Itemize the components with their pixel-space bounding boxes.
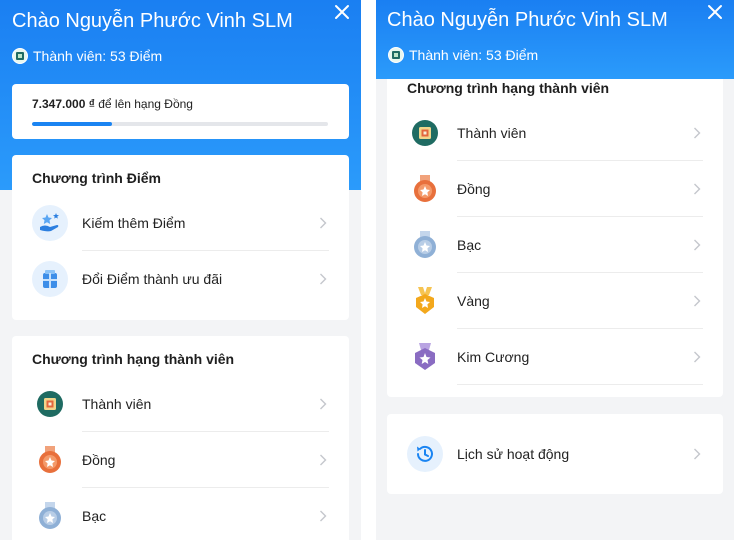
- member-badge-icon: [12, 48, 28, 64]
- menu-item-label: Đồng: [82, 452, 116, 468]
- tier-progress-fill: [32, 122, 112, 126]
- chevron-right-icon: [320, 217, 327, 229]
- menu-item-tier-member[interactable]: Thành viên: [407, 105, 703, 161]
- section-title: Chương trình Điểm: [32, 170, 161, 186]
- chevron-right-icon: [694, 239, 701, 251]
- menu-item-label: Kim Cương: [457, 349, 530, 365]
- member-points-text: Thành viên: 53 Điểm: [409, 47, 539, 63]
- tier-progress-card: 7.347.000 ₫ để lên hạng Đồng: [12, 84, 349, 139]
- chevron-right-icon: [694, 127, 701, 139]
- section-title: Chương trình hạng thành viên: [32, 351, 235, 367]
- menu-item-redeem-points[interactable]: Đổi Điểm thành ưu đãi: [32, 251, 329, 307]
- chevron-right-icon: [694, 295, 701, 307]
- tier-program-card: Chương trình hạng thành viên Thành viên: [387, 79, 723, 397]
- greeting-title: Chào Nguyễn Phước Vinh SLM: [12, 10, 293, 32]
- menu-item-tier-member[interactable]: Thành viên: [32, 376, 329, 432]
- rewards-panel-left: Chào Nguyễn Phước Vinh SLM Thành viên: 5…: [0, 0, 361, 540]
- menu-item-activity-history[interactable]: Lịch sử hoạt động: [407, 426, 703, 482]
- menu-item-label: Kiếm thêm Điểm: [82, 215, 186, 231]
- menu-item-label: Vàng: [457, 293, 490, 309]
- menu-item-label: Bạc: [82, 508, 107, 524]
- chevron-right-icon: [694, 448, 701, 460]
- silver-medal-icon: [407, 227, 443, 263]
- menu-item-label: Đồng: [457, 181, 491, 197]
- chevron-right-icon: [694, 183, 701, 195]
- diamond-medal-icon: [407, 339, 443, 375]
- menu-item-label: Thành viên: [82, 396, 152, 412]
- member-tier-icon: [32, 386, 68, 422]
- points-program-card: Chương trình Điểm Kiếm thêm Điểm Đổi Điể…: [12, 155, 349, 320]
- menu-item-label: Đổi Điểm thành ưu đãi: [82, 271, 223, 287]
- tier-program-card: Chương trình hạng thành viên Thành viên: [12, 336, 349, 540]
- bronze-medal-icon: [407, 171, 443, 207]
- menu-item-tier-silver[interactable]: Bạc: [32, 488, 329, 540]
- close-icon[interactable]: [334, 4, 350, 20]
- bronze-medal-icon: [32, 442, 68, 478]
- menu-item-tier-bronze[interactable]: Đồng: [407, 161, 703, 217]
- menu-item-label: Thành viên: [457, 125, 527, 141]
- greeting-title: Chào Nguyễn Phước Vinh SLM: [387, 9, 668, 31]
- member-tier-icon: [407, 115, 443, 151]
- chevron-right-icon: [320, 510, 327, 522]
- history-icon: [407, 436, 443, 472]
- menu-item-tier-diamond[interactable]: Kim Cương: [407, 329, 703, 385]
- member-badge-icon: [388, 47, 404, 63]
- gold-medal-icon: [407, 283, 443, 319]
- close-icon[interactable]: [707, 4, 723, 20]
- tier-progress-text: 7.347.000 ₫ để lên hạng Đồng: [32, 97, 193, 111]
- tier-progress-bar: [32, 122, 328, 126]
- redeem-points-icon: [32, 261, 68, 297]
- section-title: Chương trình hạng thành viên: [407, 80, 610, 96]
- menu-item-earn-points[interactable]: Kiếm thêm Điểm: [32, 195, 329, 251]
- rewards-panel-right: Chào Nguyễn Phước Vinh SLM Thành viên: 5…: [376, 0, 734, 540]
- earn-points-icon: [32, 205, 68, 241]
- member-status: Thành viên: 53 Điểm: [388, 47, 538, 63]
- member-points-text: Thành viên: 53 Điểm: [33, 48, 163, 64]
- chevron-right-icon: [320, 398, 327, 410]
- member-status: Thành viên: 53 Điểm: [12, 48, 162, 64]
- menu-item-label: Bạc: [457, 237, 482, 253]
- chevron-right-icon: [694, 351, 701, 363]
- activity-history-card: Lịch sử hoạt động: [387, 414, 723, 494]
- menu-item-tier-gold[interactable]: Vàng: [407, 273, 703, 329]
- menu-item-label: Lịch sử hoạt động: [457, 446, 570, 462]
- silver-medal-icon: [32, 498, 68, 534]
- progress-suffix: để lên hạng Đồng: [94, 97, 193, 111]
- remaining-amount: 7.347.000 ₫: [32, 97, 95, 111]
- menu-item-tier-silver[interactable]: Bạc: [407, 217, 703, 273]
- menu-item-tier-bronze[interactable]: Đồng: [32, 432, 329, 488]
- chevron-right-icon: [320, 454, 327, 466]
- chevron-right-icon: [320, 273, 327, 285]
